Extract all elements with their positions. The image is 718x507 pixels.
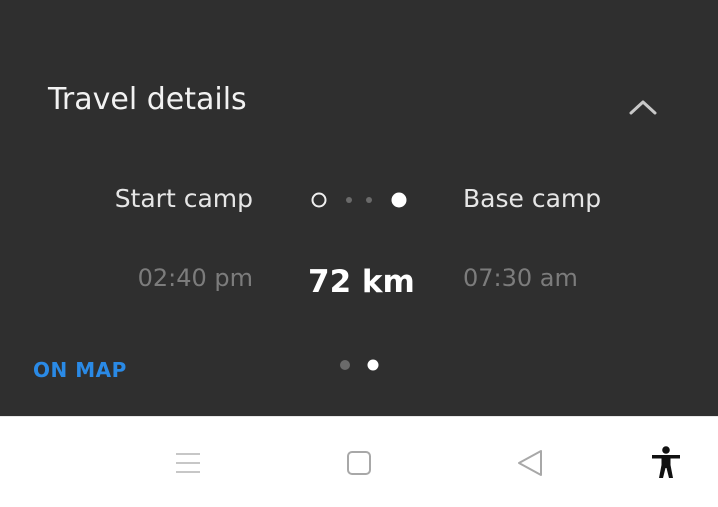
route-mid-dot xyxy=(366,197,372,203)
start-time: 02:40 pm xyxy=(137,264,253,292)
on-map-button[interactable]: ON MAP xyxy=(33,358,127,382)
route-end-dot xyxy=(391,192,407,208)
distance-value: 72 km xyxy=(308,264,415,300)
home-square-icon[interactable] xyxy=(341,445,377,481)
page-dot-active xyxy=(367,359,379,371)
menu-icon[interactable] xyxy=(170,445,206,481)
back-triangle-icon[interactable] xyxy=(512,445,548,481)
page-indicator xyxy=(340,359,379,371)
accessibility-icon[interactable] xyxy=(648,445,684,481)
route-start-dot xyxy=(311,192,327,208)
start-location-name: Start camp xyxy=(114,184,253,213)
route-mid-dot xyxy=(346,197,352,203)
page-dot-inactive xyxy=(340,360,350,370)
system-navigation-bar xyxy=(0,416,718,507)
chevron-up-icon[interactable] xyxy=(628,98,658,116)
end-location-name: Base camp xyxy=(463,184,602,213)
card-title: Travel details xyxy=(48,82,247,117)
end-time: 07:30 am xyxy=(463,264,578,292)
travel-details-card: Travel details Start camp Base camp 02:4… xyxy=(0,0,718,416)
route-progress-indicator xyxy=(311,192,407,208)
